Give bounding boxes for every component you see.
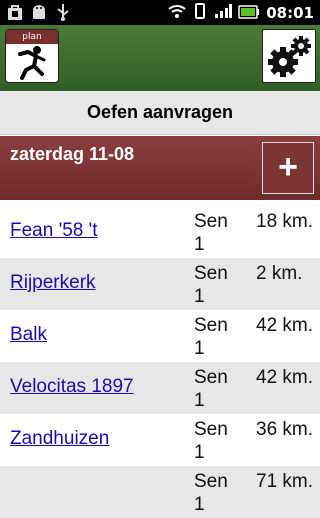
list-item: Zandhuizen Sen 1 36 km.	[0, 414, 320, 466]
club-link[interactable]: Velocitas 1897	[10, 376, 134, 398]
plan-button[interactable]: plan	[5, 29, 59, 83]
distance-label: 42 km.	[256, 315, 314, 336]
status-bar: 08:01	[0, 0, 320, 25]
page-header: Oefen aanvragen	[0, 91, 320, 135]
plan-label: plan	[6, 30, 58, 44]
android-icon	[30, 3, 48, 21]
distance-label: 36 km.	[256, 419, 314, 440]
clock: 08:01	[266, 4, 314, 22]
usb-icon	[54, 3, 72, 21]
level-label: Sen 1	[194, 315, 228, 359]
list-item: Sen 1 71 km.	[0, 466, 320, 518]
settings-button[interactable]	[262, 29, 316, 83]
runner-icon	[18, 46, 46, 80]
app-toolbar: plan	[0, 25, 320, 91]
distance-label: 42 km.	[256, 367, 314, 388]
date-header: zaterdag 11-08 +	[0, 136, 320, 200]
level-label: Sen 1	[194, 419, 228, 463]
signal-icon	[214, 3, 233, 23]
distance-label: 18 km.	[256, 211, 314, 232]
level-label: Sen 1	[194, 263, 228, 307]
list-item: Balk Sen 1 42 km.	[0, 310, 320, 362]
list-item: Velocitas 1897 Sen 1 42 km.	[0, 362, 320, 414]
distance-label: 71 km.	[256, 471, 314, 492]
level-label: Sen 1	[194, 367, 228, 411]
level-label: Sen 1	[194, 471, 228, 515]
battery-icon	[238, 4, 260, 23]
vibrate-icon	[192, 2, 208, 24]
club-link[interactable]: Fean '58 't	[10, 220, 98, 242]
request-list: Fean '58 't Sen 1 18 km. Rijperkerk Sen …	[0, 206, 320, 518]
list-item: Fean '58 't Sen 1 18 km.	[0, 206, 320, 258]
bag-icon	[6, 3, 24, 21]
club-link[interactable]: Rijperkerk	[10, 272, 96, 294]
date-label: zaterdag 11-08	[10, 144, 135, 164]
wifi-icon	[168, 3, 186, 23]
club-link[interactable]: Balk	[10, 324, 47, 346]
level-label: Sen 1	[194, 211, 228, 255]
add-button[interactable]: +	[262, 142, 314, 194]
gears-icon	[268, 36, 311, 77]
page-title: Oefen aanvragen	[86, 102, 234, 122]
distance-label: 2 km.	[256, 263, 303, 284]
list-item: Rijperkerk Sen 1 2 km.	[0, 258, 320, 310]
club-link[interactable]: Zandhuizen	[10, 428, 109, 450]
